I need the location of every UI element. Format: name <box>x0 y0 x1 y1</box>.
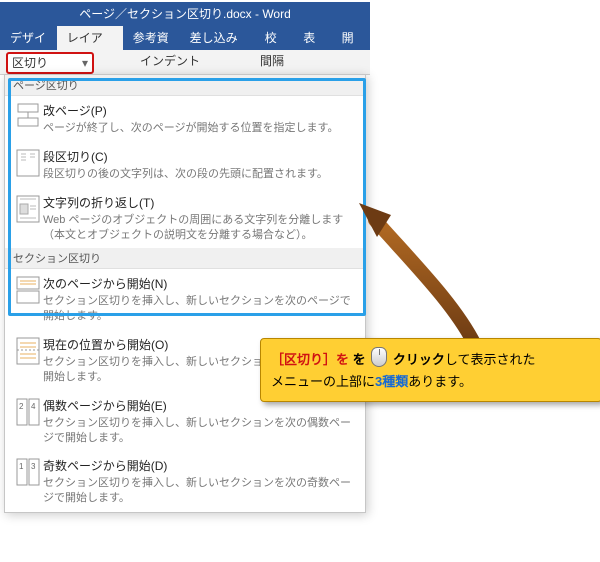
menu-item-title: 奇数ページから開始(D) <box>43 457 357 474</box>
menu-item-desc: Web ページのオブジェクトの周囲にある文字列を分離します（本文とオブジェクトの… <box>43 213 357 243</box>
tab-review[interactable]: 校閲 <box>255 26 293 50</box>
page-break-icon <box>13 102 43 136</box>
menu-header-page-breaks: ページ区切り <box>5 75 365 96</box>
tab-design[interactable]: デザイン <box>0 26 57 50</box>
callout-text: 3種類 <box>375 374 408 389</box>
callout-text: ］を <box>323 352 353 367</box>
ribbon-tabs: デザイン レイアウト 参考資料 差し込み文書 校閲 表示 開発 <box>0 26 370 50</box>
callout-text: 区切り <box>284 352 323 367</box>
mouse-icon <box>371 347 387 367</box>
svg-text:1: 1 <box>19 462 24 471</box>
tab-view[interactable]: 表示 <box>293 26 331 50</box>
column-break-icon <box>13 148 43 182</box>
svg-text:4: 4 <box>31 402 36 411</box>
chevron-down-icon: ▾ <box>82 54 88 72</box>
menu-item-desc: セクション区切りを挿入し、新しいセクションを次の奇数ページで開始します。 <box>43 476 357 506</box>
tab-developer[interactable]: 開発 <box>332 26 370 50</box>
menu-item-desc: ページが終了し、次のページが開始する位置を指定します。 <box>43 121 357 136</box>
tab-layout[interactable]: レイアウト <box>57 26 123 50</box>
breaks-button[interactable]: 区切り ▾ <box>6 52 94 74</box>
callout-text: して表示された <box>445 352 536 367</box>
callout-text: あります。 <box>408 374 472 389</box>
title-bar: ページ／セクション区切り.docx - Word <box>0 2 370 26</box>
breaks-menu: ページ区切り 改ページ(P) ページが終了し、次のページが開始する位置を指定しま… <box>4 74 366 513</box>
annotation-callout: ［区切り］を を クリックして表示された メニューの上部に3種類あります。 <box>260 338 600 402</box>
tab-mailings[interactable]: 差し込み文書 <box>180 26 255 50</box>
menu-item-text-wrapping[interactable]: 文字列の折り返し(T) Web ページのオブジェクトの周囲にある文字列を分離しま… <box>5 188 365 249</box>
menu-item-title: 改ページ(P) <box>43 102 357 119</box>
menu-item-desc: 段区切りの後の文字列は、次の段の先頭に配置されます。 <box>43 167 357 182</box>
menu-item-page-break[interactable]: 改ページ(P) ページが終了し、次のページが開始する位置を指定します。 <box>5 96 365 142</box>
spacing-group-label: 間隔 <box>260 52 284 70</box>
menu-item-desc: セクション区切りを挿入し、新しいセクションを次のページで開始します。 <box>43 294 357 324</box>
menu-item-odd-page[interactable]: 13 奇数ページから開始(D) セクション区切りを挿入し、新しいセクションを次の… <box>5 451 365 512</box>
svg-text:3: 3 <box>31 462 36 471</box>
svg-text:2: 2 <box>19 402 24 411</box>
menu-item-title: 文字列の折り返し(T) <box>43 194 357 211</box>
menu-item-desc: セクション区切りを挿入し、新しいセクションを次の偶数ページで開始します。 <box>43 416 357 446</box>
section-odd-page-icon: 13 <box>13 457 43 506</box>
section-next-page-icon <box>13 275 43 324</box>
callout-text: メニューの上部に <box>271 374 375 389</box>
indent-group-label: インデント <box>140 52 200 70</box>
section-even-page-icon: 24 <box>13 397 43 446</box>
layout-toolbar: 区切り ▾ インデント 間隔 <box>0 50 370 75</box>
arrow-annotation <box>355 195 555 345</box>
menu-item-title: 段区切り(C) <box>43 148 357 165</box>
tab-references[interactable]: 参考資料 <box>123 26 180 50</box>
callout-text: クリック <box>393 352 445 367</box>
callout-text: を <box>353 352 370 367</box>
menu-item-title: 次のページから開始(N) <box>43 275 357 292</box>
text-wrapping-icon <box>13 194 43 243</box>
menu-item-next-page[interactable]: 次のページから開始(N) セクション区切りを挿入し、新しいセクションを次のページ… <box>5 269 365 330</box>
menu-header-section-breaks: セクション区切り <box>5 248 365 269</box>
section-continuous-icon <box>13 336 43 385</box>
menu-item-column-break[interactable]: 段区切り(C) 段区切りの後の文字列は、次の段の先頭に配置されます。 <box>5 142 365 188</box>
breaks-button-label: 区切り <box>12 56 48 70</box>
callout-text: ［ <box>271 352 284 367</box>
